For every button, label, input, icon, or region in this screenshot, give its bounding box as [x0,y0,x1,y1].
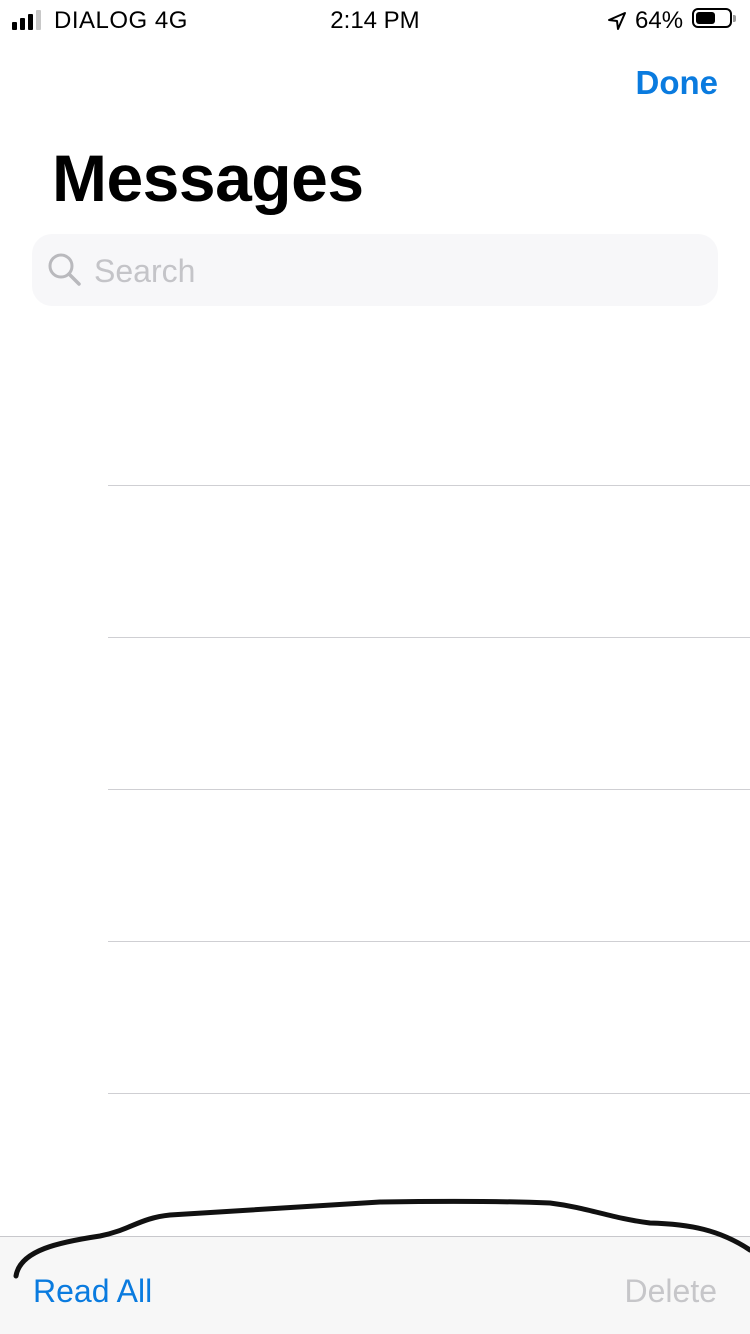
delete-button: Delete [624,1273,718,1309]
battery-icon [692,8,736,28]
search-input[interactable] [92,234,706,308]
list-item[interactable] [0,790,750,942]
done-button[interactable]: Done [636,64,719,102]
list-item[interactable] [0,942,750,1094]
search-bar[interactable] [32,234,718,308]
read-all-button[interactable]: Read All [33,1273,152,1310]
status-bar: DIALOG 4G 2:14 PM 64% [0,0,750,40]
list-item[interactable] [0,334,750,486]
list-item[interactable] [0,486,750,638]
location-arrow-icon [608,12,626,30]
bottom-toolbar: Read All Delete [0,1236,750,1334]
page-title: Messages [52,141,364,215]
list-item[interactable] [0,638,750,790]
messages-screen: DIALOG 4G 2:14 PM 64% Done Messages Read… [0,0,750,1334]
magnifier-icon [48,253,81,286]
row-separator [108,1093,750,1094]
battery-percentage: 64% [635,7,684,34]
